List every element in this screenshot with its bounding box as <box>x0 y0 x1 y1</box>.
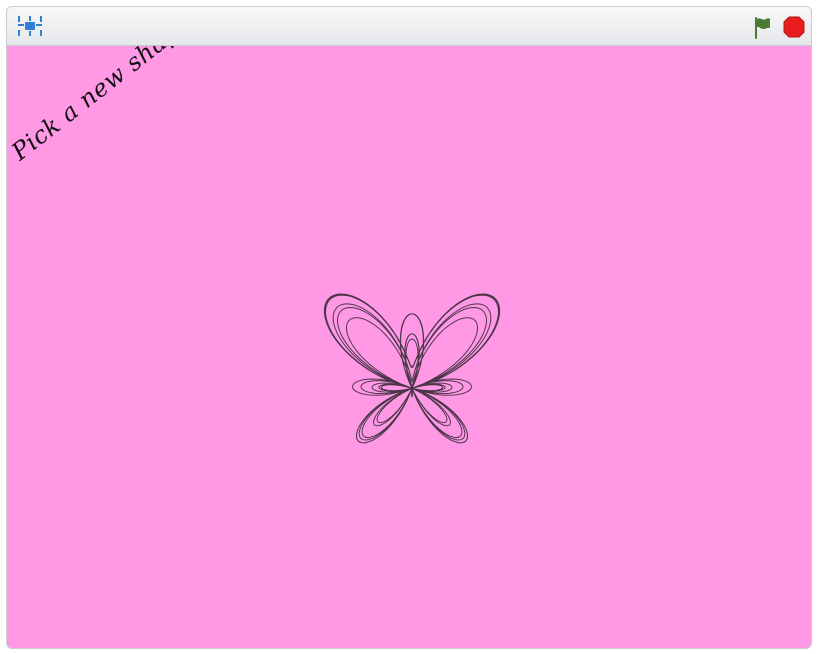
project-player: Pick a new shape! <box>6 6 812 649</box>
stage-message: Pick a new shape! <box>7 46 205 167</box>
green-flag-icon <box>755 17 770 39</box>
stop-sign-icon <box>783 16 805 38</box>
player-toolbar <box>7 7 811 46</box>
fullscreen-icon <box>18 16 42 36</box>
green-flag-button[interactable] <box>750 14 776 40</box>
stage-canvas[interactable]: Pick a new shape! <box>7 46 811 648</box>
butterfly-curve-shape <box>323 293 501 444</box>
fullscreen-button[interactable] <box>16 14 44 38</box>
stop-button[interactable] <box>781 14 807 40</box>
